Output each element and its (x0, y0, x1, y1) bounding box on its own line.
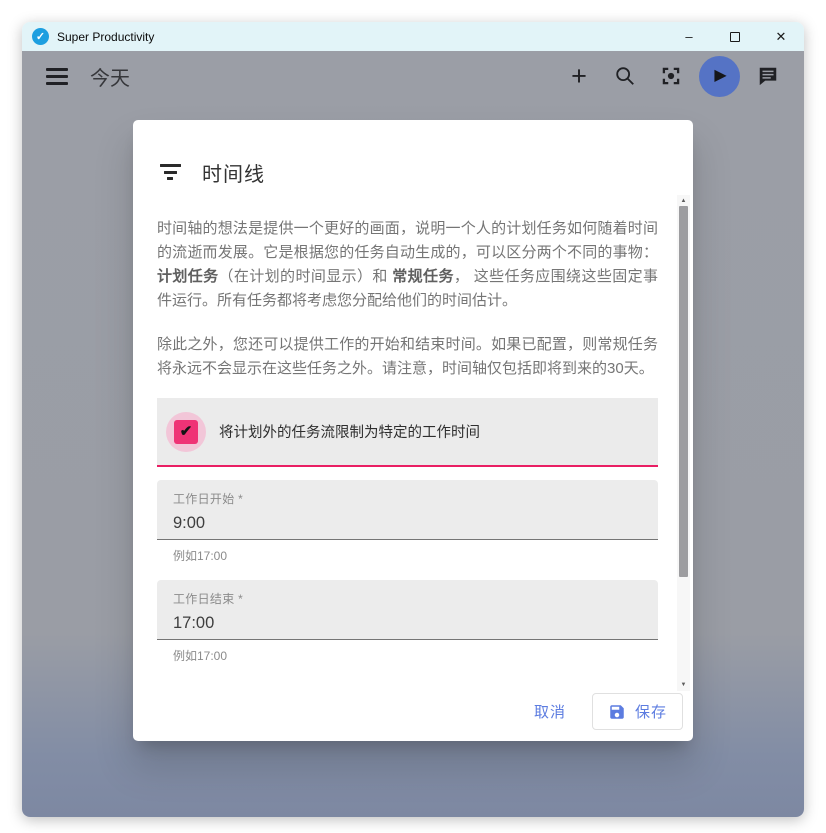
checkbox-label: 将计划外的任务流限制为特定的工作时间 (219, 421, 480, 442)
focus-mode-button[interactable] (653, 58, 689, 94)
app-logo-icon: ✓ (32, 28, 49, 45)
save-button-label: 保存 (635, 701, 667, 722)
dialog-header: 时间线 (133, 120, 693, 195)
dialog-title: 时间线 (202, 158, 265, 187)
field-hint: 例如17:00 (157, 540, 658, 564)
workday-start-input[interactable]: 9:00 (173, 514, 642, 533)
workday-end-input[interactable]: 17:00 (173, 614, 642, 633)
scrollbar-thumb[interactable] (679, 206, 688, 577)
paragraph-text: （在计划的时间显示）和 (219, 268, 393, 285)
term-scheduled-tasks: 计划任务 (157, 268, 219, 285)
maximize-button[interactable] (712, 22, 758, 51)
window-title: Super Productivity (57, 30, 154, 44)
focus-mode-icon (660, 65, 682, 87)
save-button[interactable]: 保存 (592, 693, 683, 730)
dialog-actions: 取消 保存 (133, 691, 693, 741)
cancel-button[interactable]: 取消 (520, 694, 580, 730)
maximize-icon (730, 32, 740, 42)
search-icon (614, 65, 636, 87)
scroll-down-arrow[interactable]: ▼ (677, 679, 690, 691)
checkbox-ripple: ✔ (166, 412, 206, 452)
term-regular-tasks: 常规任务 (392, 268, 454, 285)
description-paragraph-2: 除此之外，您还可以提供工作的开始和结束时间。如果已配置，则常规任务将永远不会显示… (157, 333, 658, 381)
dialog-body: 时间轴的想法是提供一个更好的画面，说明一个人的计划任务如何随着时间的流逝而发展。… (133, 195, 693, 691)
menu-icon[interactable] (46, 68, 68, 85)
checkbox-checked-icon[interactable]: ✔ (174, 420, 198, 444)
save-icon (608, 703, 626, 721)
field-hint: 例如17:00 (157, 640, 658, 664)
search-button[interactable] (607, 58, 643, 94)
timeline-settings-dialog: 时间线 时间轴的想法是提供一个更好的画面，说明一个人的计划任务如何随着时间的流逝… (133, 120, 693, 741)
chat-icon (757, 65, 779, 87)
work-hours-checkbox-row[interactable]: ✔ 将计划外的任务流限制为特定的工作时间 (157, 398, 658, 467)
workday-end-field[interactable]: 工作日结束 * 17:00 (157, 580, 658, 640)
workday-start-field[interactable]: 工作日开始 * 9:00 (157, 480, 658, 540)
titlebar: ✓ Super Productivity – ✕ (22, 22, 804, 51)
app-window: ✓ Super Productivity – ✕ 今天 + (22, 22, 804, 817)
dialog-scrollbar[interactable]: ▲ ▼ (677, 195, 690, 691)
play-button[interactable]: ▶ (699, 56, 740, 97)
play-icon: ▶ (714, 68, 726, 84)
minimize-button[interactable]: – (666, 22, 712, 51)
field-label: 工作日结束 * (173, 590, 642, 607)
paragraph-text: 时间轴的想法是提供一个更好的画面，说明一个人的计划任务如何随着时间的流逝而发展。… (157, 220, 658, 261)
page-title: 今天 (90, 62, 130, 91)
plus-icon: + (571, 63, 587, 90)
add-task-button[interactable]: + (561, 58, 597, 94)
screenshot-root: ✓ Super Productivity – ✕ 今天 + (0, 0, 826, 833)
main-toolbar: 今天 + ▶ (22, 51, 804, 101)
notes-button[interactable] (750, 58, 786, 94)
check-icon: ✔ (180, 424, 193, 439)
filter-icon (159, 164, 181, 180)
field-label: 工作日开始 * (173, 490, 642, 507)
close-button[interactable]: ✕ (758, 22, 804, 51)
description-paragraph-1: 时间轴的想法是提供一个更好的画面，说明一个人的计划任务如何随着时间的流逝而发展。… (157, 217, 658, 313)
